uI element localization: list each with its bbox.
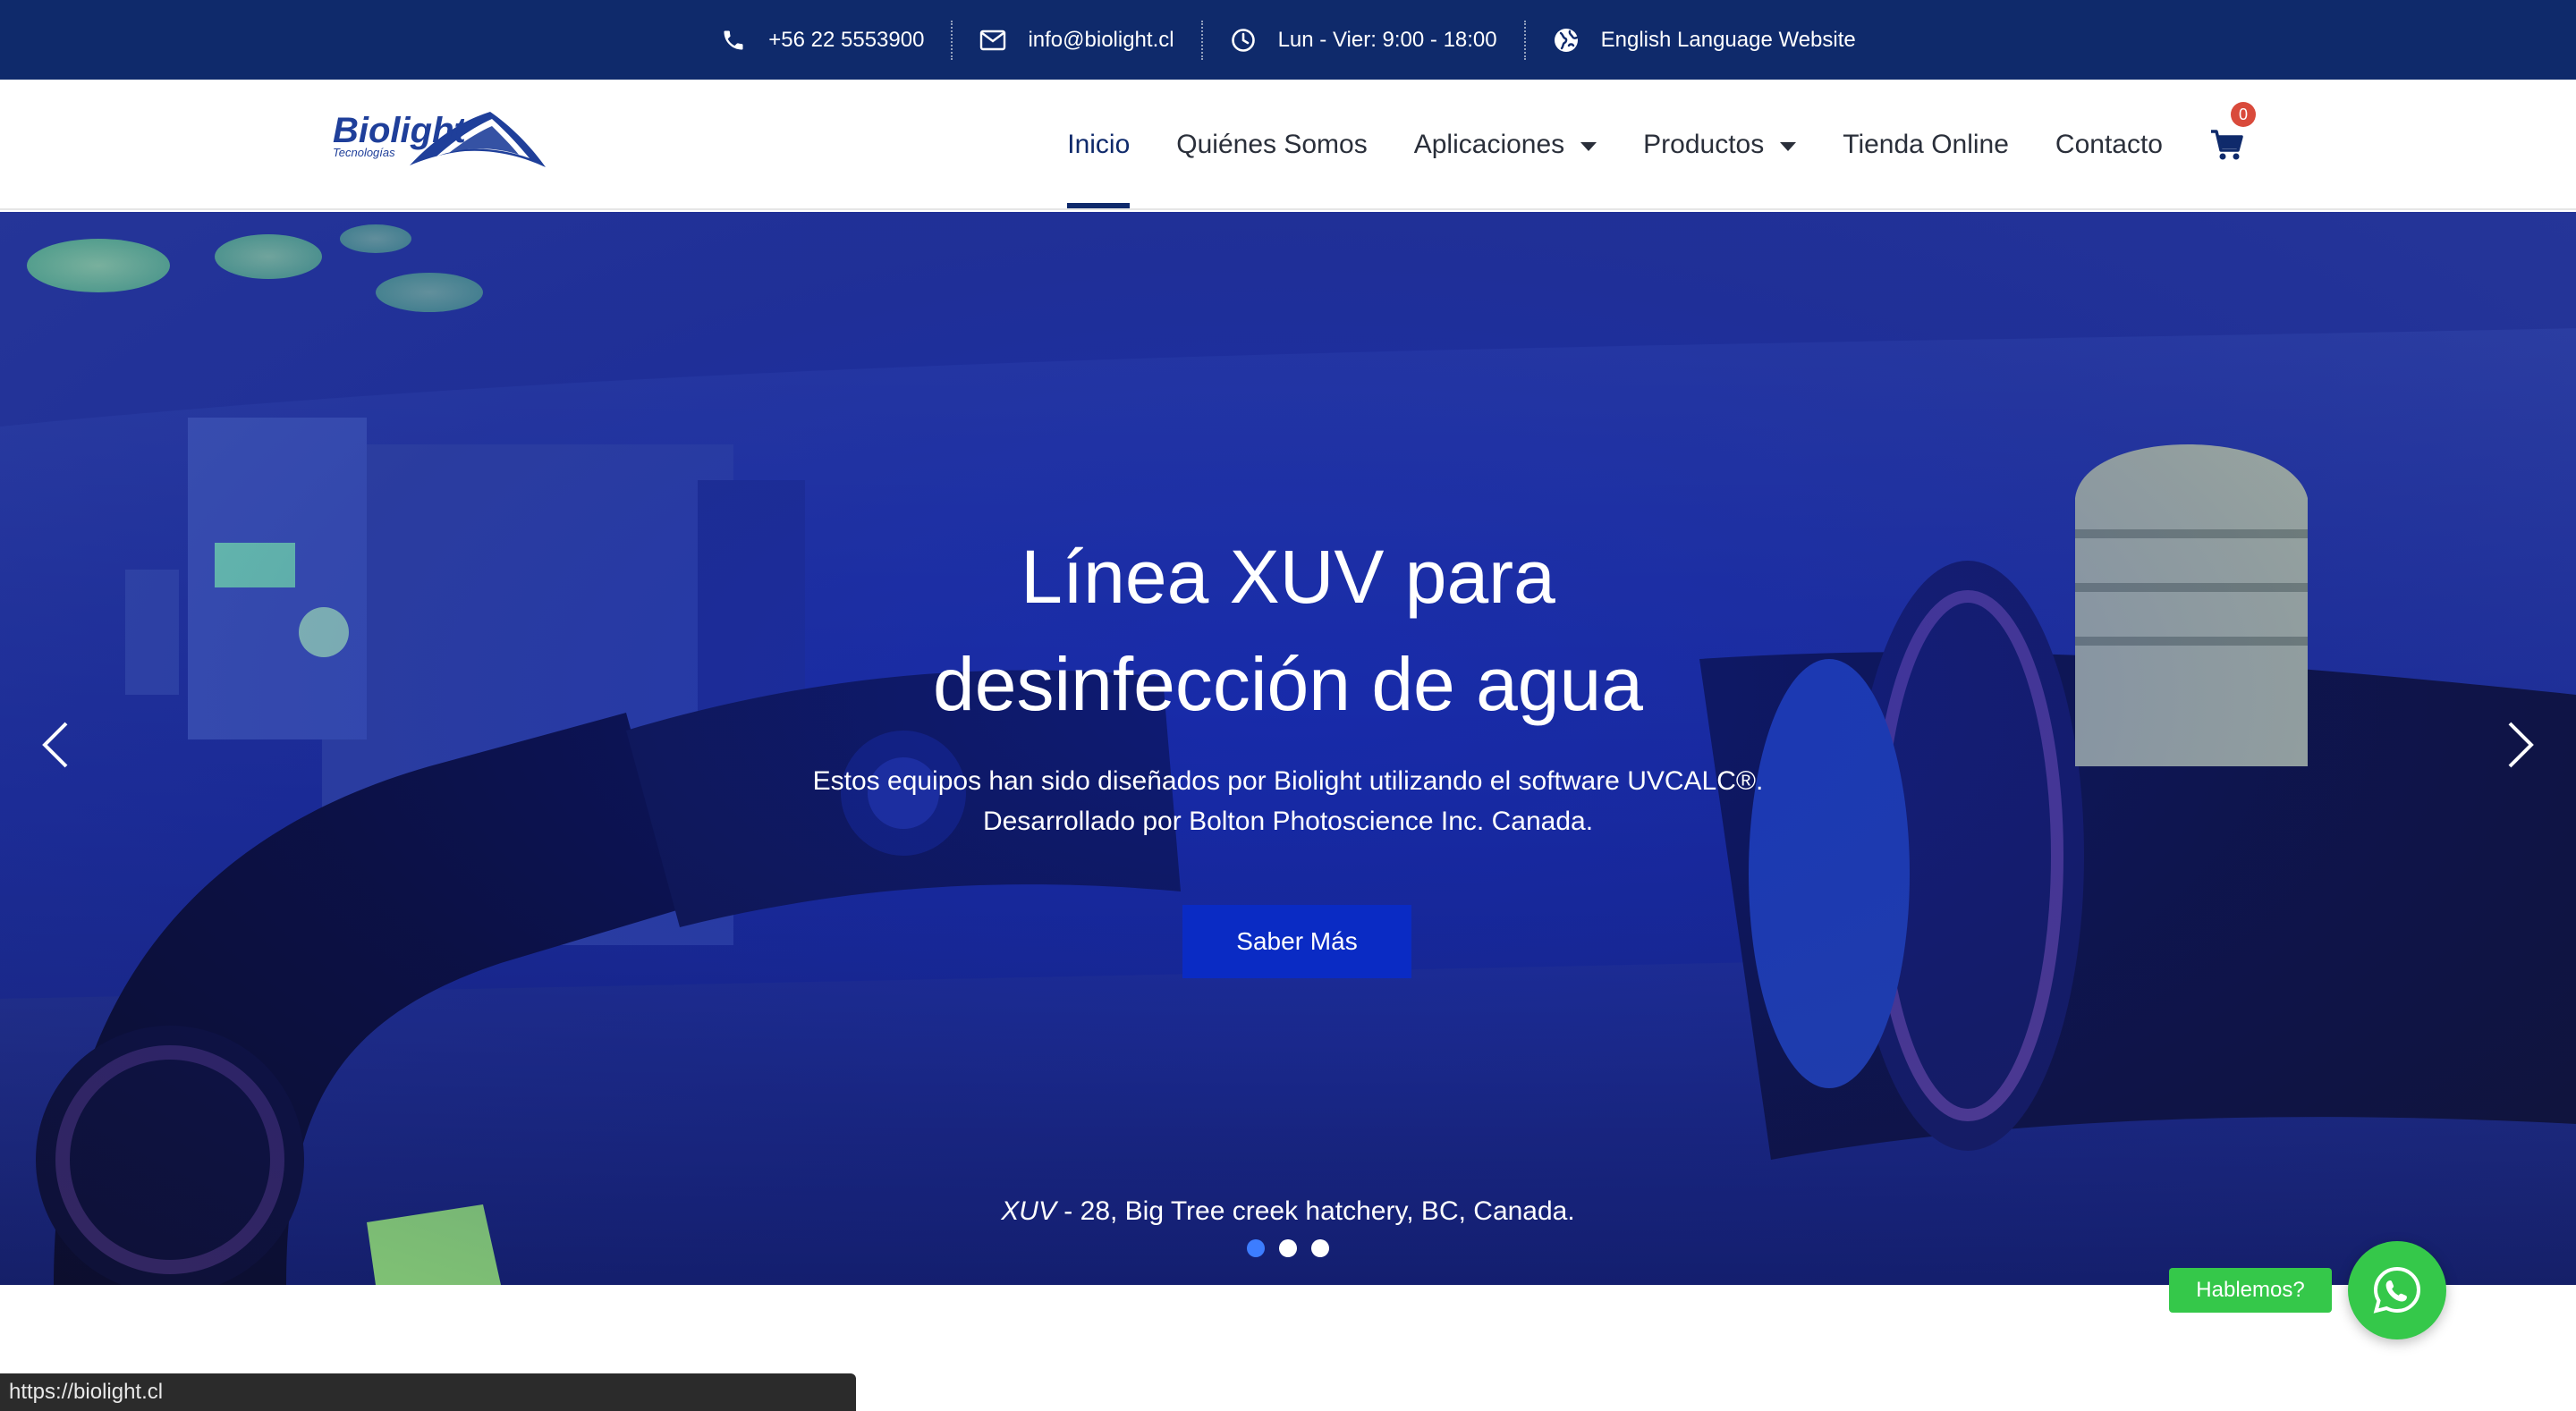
caption-text: - 28, Big Tree creek hatchery, BC, Canad… [1055,1196,1575,1226]
shopping-cart-icon [2211,130,2243,160]
office-hours: Lun - Vier: 9:00 - 18:00 [1203,21,1524,60]
cart-count-badge: 0 [2231,102,2256,127]
logo-graphic: Biolight Tecnologías [333,111,546,167]
chevron-right-icon [2508,722,2534,768]
nav-item-label: Tienda Online [1843,130,2009,159]
prev-slide-button[interactable] [34,718,79,772]
slide-dot-3[interactable] [1311,1239,1329,1257]
svg-text:Biolight: Biolight [333,111,468,150]
svg-text:Tecnologías: Tecnologías [333,146,395,159]
nav-item-label: Inicio [1067,130,1131,159]
top-info-bar: +56 22 5553900 info@biolight.cl Lun - Vi… [0,0,2576,80]
slide-dot-2[interactable] [1279,1239,1297,1257]
caption-model: XUV [1001,1196,1056,1226]
hero-subtitle-line: Estos equipos han sido diseñados por Bio… [812,766,1764,796]
cart-button[interactable]: 0 [2209,102,2256,163]
whatsapp-chat-label[interactable]: Hablemos? [2169,1268,2332,1313]
next-slide-button[interactable] [2497,718,2542,772]
biolight-logo[interactable]: Biolight Tecnologías [331,103,550,171]
caret-down-icon [1780,142,1797,151]
hero-slider: Línea XUV para desinfección de agua Esto… [0,212,2576,1285]
globe-icon [1553,27,1580,54]
hero-subtitle-line: Desarrollado por Bolton Photoscience Inc… [982,807,1594,836]
phone-number: +56 22 5553900 [768,27,925,52]
chevron-left-icon [42,722,68,768]
email-address: info@biolight.cl [1028,27,1174,52]
hero-title-line: desinfección de agua [933,642,1643,726]
email-contact[interactable]: info@biolight.cl [953,21,1200,60]
hours-text: Lun - Vier: 9:00 - 18:00 [1277,27,1497,52]
phone-contact[interactable]: +56 22 5553900 [693,21,951,60]
hero-title: Línea XUV para desinfección de agua [0,523,2576,738]
nav-item-label: Quiénes Somos [1176,130,1368,159]
phone-icon [720,27,747,54]
nav-item-tienda-online[interactable]: Tienda Online [1843,80,2009,210]
slider-pagination [0,1239,2576,1257]
nav-item-aplicaciones[interactable]: Aplicaciones [1414,80,1597,210]
nav-item-productos[interactable]: Productos [1643,80,1797,210]
browser-status-url: https://biolight.cl [0,1373,856,1411]
nav-item-quienes-somos[interactable]: Quiénes Somos [1176,80,1367,210]
envelope-icon [979,27,1006,54]
english-site-link[interactable]: English Language Website [1526,21,1883,60]
site-header: Biolight Tecnologías Inicio Quiénes Somo… [0,80,2576,210]
hero-overlay [0,212,2576,1285]
language-link-text: English Language Website [1600,27,1856,52]
nav-item-label: Aplicaciones [1413,130,1565,159]
nav-item-inicio[interactable]: Inicio [1067,80,1131,210]
saber-mas-button[interactable]: Saber Más [1182,905,1411,978]
nav-item-label: Contacto [2055,130,2163,159]
caret-down-icon [1580,142,1597,151]
hero-caption: XUV - 28, Big Tree creek hatchery, BC, C… [0,1196,2576,1227]
top-info-bar-inner: +56 22 5553900 info@biolight.cl Lun - Vi… [0,0,2576,80]
hero-title-line: Línea XUV para [1021,535,1555,619]
clock-icon [1230,27,1257,54]
nav-item-contacto[interactable]: Contacto [2055,80,2163,210]
whatsapp-icon [2373,1266,2421,1314]
whatsapp-chat-button[interactable] [2348,1241,2446,1339]
slide-dot-1[interactable] [1247,1239,1265,1257]
hero-subtitle: Estos equipos han sido diseñados por Bio… [0,761,2576,841]
nav-item-label: Productos [1643,130,1765,159]
main-nav: Inicio Quiénes Somos Aplicaciones Produc… [1067,80,2576,210]
